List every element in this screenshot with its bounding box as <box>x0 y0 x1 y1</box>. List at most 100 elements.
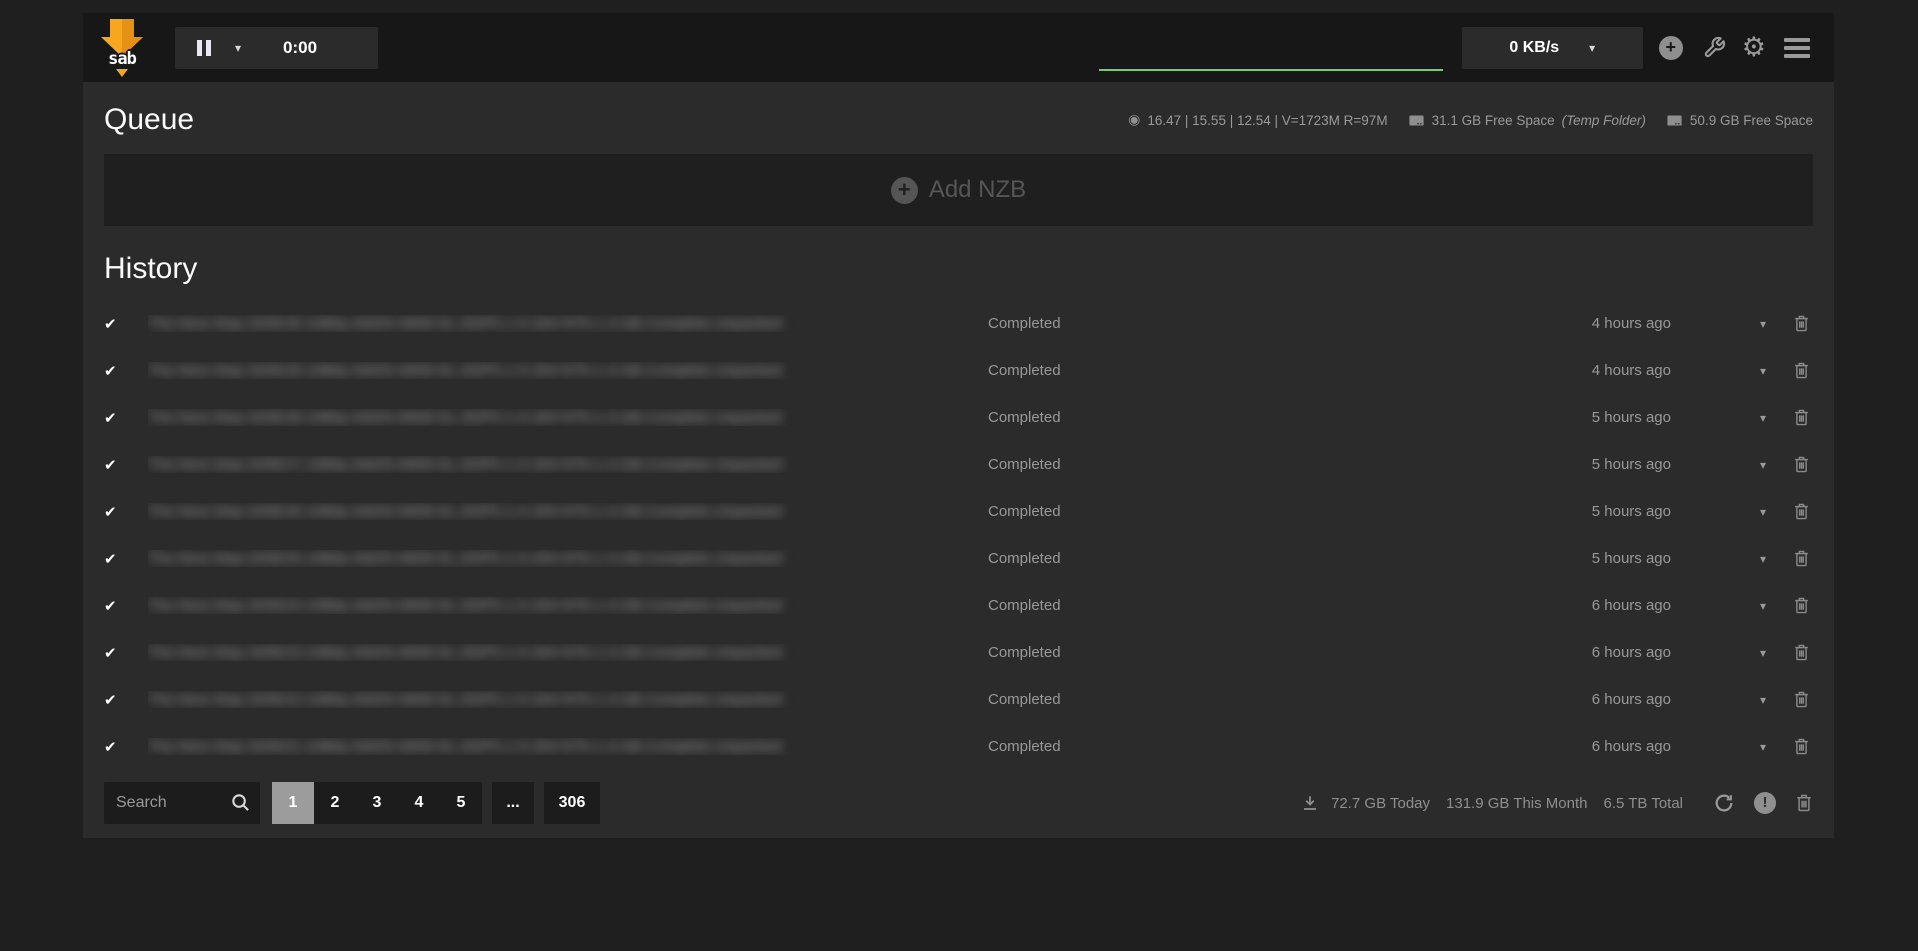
navbar-right-cluster: 0 KB/s ▾ + ⚙ <box>1462 27 1834 69</box>
page-button[interactable]: 5 <box>440 782 482 824</box>
check-icon: ✔ <box>104 409 148 427</box>
temp-free-value: 31.1 GB Free Space <box>1432 113 1555 128</box>
plus-circle-icon: + <box>891 177 918 204</box>
trash-icon[interactable] <box>1789 596 1813 615</box>
month-total: 131.9 GB This Month <box>1446 795 1587 812</box>
history-item-name: The.Next.Step.S05E22.1080p.AMZN.WEB-DL.D… <box>148 691 988 708</box>
temp-free-space-stat: 31.1 GB Free Space (Temp Folder) <box>1408 113 1646 128</box>
history-item-name: The.Next.Step.S05E30.1080p.AMZN.WEB-DL.D… <box>148 315 988 332</box>
trash-icon[interactable] <box>1789 502 1813 521</box>
pause-icon[interactable] <box>197 40 211 56</box>
hdd-icon <box>1666 113 1683 128</box>
age-label: 5 hours ago <box>1531 550 1671 567</box>
history-item-name: The.Next.Step.S05E24.1080p.AMZN.WEB-DL.D… <box>148 597 988 614</box>
sab-logo-text: sab <box>95 49 149 69</box>
history-row[interactable]: ✔ The.Next.Step.S05E28.1080p.AMZN.WEB-DL… <box>83 394 1834 441</box>
pause-timer: 0:00 <box>283 38 317 58</box>
page-button[interactable]: 4 <box>398 782 440 824</box>
download-icon <box>1301 794 1319 812</box>
history-footer-bar: 1 2 3 4 5 ... 306 72.7 GB Today 131.9 GB… <box>104 782 1813 824</box>
history-item-name: The.Next.Step.S05E25.1080p.AMZN.WEB-DL.D… <box>148 550 988 567</box>
row-expand-caret-icon[interactable]: ▾ <box>1751 552 1775 566</box>
trash-icon[interactable] <box>1789 408 1813 427</box>
gear-icon[interactable]: ⚙ <box>1742 34 1766 61</box>
disk-free-value: 50.9 GB Free Space <box>1690 113 1813 128</box>
speed-caret-icon: ▾ <box>1589 41 1595 55</box>
history-row[interactable]: ✔ The.Next.Step.S05E27.1080p.AMZN.WEB-DL… <box>83 441 1834 488</box>
trash-icon[interactable] <box>1789 361 1813 380</box>
wrench-icon[interactable] <box>1703 36 1726 59</box>
row-expand-caret-icon[interactable]: ▾ <box>1751 505 1775 519</box>
add-nzb-circle-icon[interactable]: + <box>1659 36 1683 60</box>
quota-icon: ◉ <box>1128 112 1140 128</box>
row-expand-caret-icon[interactable]: ▾ <box>1751 317 1775 331</box>
trash-icon[interactable] <box>1789 455 1813 474</box>
app-container: sab ▾ 0:00 0 KB/s ▾ + ⚙ Que <box>83 13 1834 838</box>
disk-free-space-stat: 50.9 GB Free Space <box>1666 113 1813 128</box>
status-label: Completed <box>988 738 1531 755</box>
page-button-last[interactable]: 306 <box>544 782 600 824</box>
today-total: 72.7 GB Today <box>1331 795 1430 812</box>
search-icon[interactable] <box>230 792 251 818</box>
history-item-name: The.Next.Step.S05E28.1080p.AMZN.WEB-DL.D… <box>148 409 988 426</box>
status-label: Completed <box>988 315 1531 332</box>
row-expand-caret-icon[interactable]: ▾ <box>1751 693 1775 707</box>
age-label: 4 hours ago <box>1531 362 1671 379</box>
history-row[interactable]: ✔ The.Next.Step.S05E29.1080p.AMZN.WEB-DL… <box>83 347 1834 394</box>
page-button[interactable]: 2 <box>314 782 356 824</box>
history-item-name: The.Next.Step.S05E29.1080p.AMZN.WEB-DL.D… <box>148 362 988 379</box>
row-expand-caret-icon[interactable]: ▾ <box>1751 364 1775 378</box>
status-label: Completed <box>988 550 1531 567</box>
pause-caret-icon[interactable]: ▾ <box>235 41 241 55</box>
hdd-icon <box>1408 113 1425 128</box>
history-title: History <box>104 252 1813 286</box>
status-label: Completed <box>988 409 1531 426</box>
speed-limit-dropdown[interactable]: 0 KB/s ▾ <box>1462 27 1643 69</box>
age-label: 6 hours ago <box>1531 691 1671 708</box>
trash-icon[interactable] <box>1789 737 1813 756</box>
row-expand-caret-icon[interactable]: ▾ <box>1751 411 1775 425</box>
speed-graph-line <box>1099 69 1443 71</box>
history-row[interactable]: ✔ The.Next.Step.S05E23.1080p.AMZN.WEB-DL… <box>83 629 1834 676</box>
history-item-name: The.Next.Step.S05E21.1080p.AMZN.WEB-DL.D… <box>148 738 988 755</box>
history-row[interactable]: ✔ The.Next.Step.S05E30.1080p.AMZN.WEB-DL… <box>83 300 1834 347</box>
age-label: 6 hours ago <box>1531 644 1671 661</box>
page-button[interactable]: 3 <box>356 782 398 824</box>
trash-icon[interactable] <box>1789 549 1813 568</box>
trash-icon[interactable] <box>1789 690 1813 709</box>
pagination: 1 2 3 4 5 ... 306 <box>272 782 600 824</box>
status-label: Completed <box>988 691 1531 708</box>
status-label: Completed <box>988 456 1531 473</box>
menu-icon[interactable] <box>1784 38 1810 58</box>
check-icon: ✔ <box>104 315 148 333</box>
alert-icon[interactable]: ! <box>1754 792 1776 814</box>
trash-icon[interactable] <box>1795 793 1813 813</box>
history-list: ✔ The.Next.Step.S05E30.1080p.AMZN.WEB-DL… <box>83 300 1834 770</box>
add-nzb-label: Add NZB <box>929 176 1026 204</box>
check-icon: ✔ <box>104 362 148 380</box>
row-expand-caret-icon[interactable]: ▾ <box>1751 458 1775 472</box>
search-box[interactable] <box>104 782 260 824</box>
page-ellipsis-button[interactable]: ... <box>492 782 534 824</box>
refresh-icon[interactable] <box>1713 792 1735 814</box>
history-row[interactable]: ✔ The.Next.Step.S05E24.1080p.AMZN.WEB-DL… <box>83 582 1834 629</box>
row-expand-caret-icon[interactable]: ▾ <box>1751 740 1775 754</box>
row-expand-caret-icon[interactable]: ▾ <box>1751 646 1775 660</box>
history-row[interactable]: ✔ The.Next.Step.S05E25.1080p.AMZN.WEB-DL… <box>83 535 1834 582</box>
row-expand-caret-icon[interactable]: ▾ <box>1751 599 1775 613</box>
check-icon: ✔ <box>104 691 148 709</box>
page-button[interactable]: 1 <box>272 782 314 824</box>
pause-button-group[interactable]: ▾ 0:00 <box>175 27 378 69</box>
check-icon: ✔ <box>104 644 148 662</box>
status-label: Completed <box>988 644 1531 661</box>
age-label: 5 hours ago <box>1531 456 1671 473</box>
history-row[interactable]: ✔ The.Next.Step.S05E21.1080p.AMZN.WEB-DL… <box>83 723 1834 770</box>
sabnzbd-logo[interactable]: sab <box>95 19 149 83</box>
queue-stats: ◉ 16.47 | 15.55 | 12.54 | V=1723M R=97M … <box>1128 112 1813 128</box>
history-row[interactable]: ✔ The.Next.Step.S05E26.1080p.AMZN.WEB-DL… <box>83 488 1834 535</box>
add-nzb-dropzone[interactable]: + Add NZB <box>104 154 1813 226</box>
history-row[interactable]: ✔ The.Next.Step.S05E22.1080p.AMZN.WEB-DL… <box>83 676 1834 723</box>
check-icon: ✔ <box>104 738 148 756</box>
trash-icon[interactable] <box>1789 643 1813 662</box>
trash-icon[interactable] <box>1789 314 1813 333</box>
